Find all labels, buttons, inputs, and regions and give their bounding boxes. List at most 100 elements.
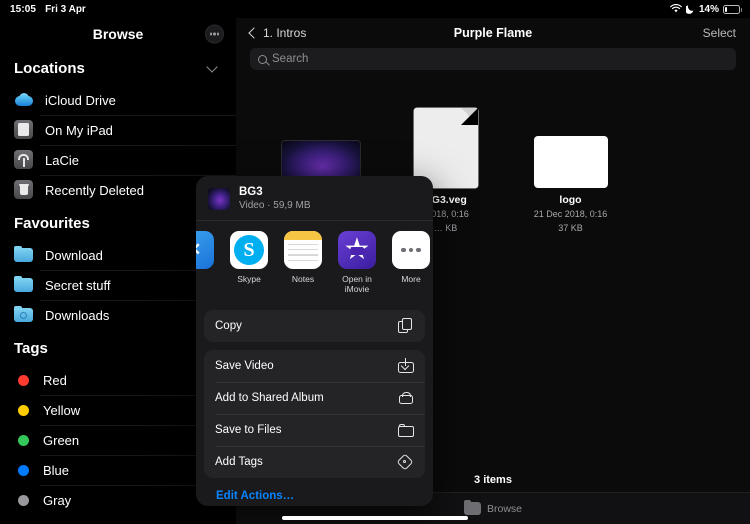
share-app-clipped[interactable]: ✕ xyxy=(196,231,222,274)
back-button[interactable]: 1. Intros xyxy=(248,26,307,40)
usb-drive-icon xyxy=(14,150,34,170)
share-app-label: More xyxy=(401,274,421,284)
tab-browse-label[interactable]: Browse xyxy=(487,503,522,515)
sidebar-item-label: Blue xyxy=(43,462,70,478)
folder-icon xyxy=(14,275,34,295)
sidebar-item-label: Downloads xyxy=(45,307,110,323)
sidebar-item-on-my-ipad[interactable]: On My iPad xyxy=(0,115,236,145)
sidebar-section-locations-title: Locations xyxy=(0,50,236,85)
section-label: Locations xyxy=(14,60,85,77)
page-title: Purple Flame xyxy=(453,26,533,40)
share-app-more[interactable]: More xyxy=(384,231,433,284)
action-label: Add Tags xyxy=(215,456,263,468)
share-app-notes[interactable]: Notes xyxy=(276,231,330,284)
share-file-info: BG3 Video · 59,9 MB xyxy=(239,186,311,211)
chevron-left-icon xyxy=(248,27,260,39)
share-app-label: Skype xyxy=(237,274,261,284)
edit-actions-button[interactable]: Edit Actions… xyxy=(196,478,433,502)
more-icon xyxy=(392,231,430,269)
action-add-to-shared-album[interactable]: Add to Shared Album xyxy=(204,382,425,414)
share-file-meta: Video · 59,9 MB xyxy=(239,200,311,211)
tag-icon xyxy=(396,453,414,471)
select-button[interactable]: Select xyxy=(703,26,736,40)
tag-dot-icon xyxy=(18,404,29,416)
sidebar-item-label: iCloud Drive xyxy=(45,92,116,108)
status-bar: 15:05 Fri 3 Apr 14% xyxy=(0,0,750,18)
section-label: Favourites xyxy=(14,215,90,232)
chevron-down-icon[interactable] xyxy=(206,60,218,73)
folder-icon xyxy=(14,245,34,265)
back-button-label: 1. Intros xyxy=(263,26,307,40)
sidebar-item-label: Gray xyxy=(43,492,72,508)
downloads-folder-icon xyxy=(14,305,34,325)
notes-icon xyxy=(284,231,322,269)
folder-icon xyxy=(463,499,481,515)
share-app-skype[interactable]: S Skype xyxy=(222,231,276,284)
sidebar-item-label: Download xyxy=(45,247,103,263)
thumbnail xyxy=(383,96,508,188)
sidebar-item-label: LaCie xyxy=(45,152,79,168)
ipad-icon xyxy=(14,120,34,140)
file-item-logo[interactable]: logo 21 Dec 2018, 0:16 37 KB xyxy=(508,80,633,470)
sidebar-header: Browse xyxy=(0,18,236,50)
share-app-imovie[interactable]: ★ Open in iMovie xyxy=(330,231,384,294)
share-app-row: ✕ S Skype Notes ★ Open in iMovie More xyxy=(196,221,433,302)
action-label: Copy xyxy=(215,320,242,332)
section-label: Tags xyxy=(14,340,48,357)
home-indicator[interactable] xyxy=(282,516,468,520)
search-placeholder: Search xyxy=(272,53,309,65)
battery-percent: 14% xyxy=(698,3,719,15)
folder-icon xyxy=(398,422,414,438)
file-name: logo xyxy=(559,194,582,206)
action-save-video[interactable]: Save Video xyxy=(204,350,425,382)
trash-icon xyxy=(14,180,34,200)
thumbnail xyxy=(258,96,383,196)
share-app-label: Open in iMovie xyxy=(342,274,372,294)
search-bar-container: Search xyxy=(236,48,750,70)
share-sheet-header: BG3 Video · 59,9 MB xyxy=(196,176,433,220)
status-date: Fri 3 Apr xyxy=(45,3,86,15)
status-right-cluster: 14% xyxy=(670,3,742,15)
tag-dot-icon xyxy=(18,494,29,506)
shared-album-icon xyxy=(398,390,414,406)
sidebar-item-label: Red xyxy=(43,372,67,388)
share-action-group-2: Save Video Add to Shared Album Save to F… xyxy=(204,350,425,478)
file-date: 21 Dec 2018, 0:16 xyxy=(533,209,608,219)
file-size: 37 KB xyxy=(558,223,583,234)
share-sheet: BG3 Video · 59,9 MB ✕ S Skype Notes ★ xyxy=(196,176,433,506)
sidebar-item-lacie[interactable]: LaCie xyxy=(0,145,236,175)
status-time: 15:05 xyxy=(10,3,37,15)
ipad-screen: 15:05 Fri 3 Apr 14% Browse Locations iCl… xyxy=(0,0,750,524)
action-save-to-files[interactable]: Save to Files xyxy=(204,414,425,446)
image-icon xyxy=(533,136,608,188)
thumbnail xyxy=(508,96,633,188)
share-app-label: Notes xyxy=(291,274,315,284)
share-file-name: BG3 xyxy=(239,186,263,198)
action-add-tags[interactable]: Add Tags xyxy=(204,446,425,478)
tag-dot-icon xyxy=(18,464,29,476)
skype-icon: S xyxy=(230,231,268,269)
more-circle-button[interactable] xyxy=(205,24,224,44)
navigation-bar: 1. Intros Purple Flame Select xyxy=(236,18,750,48)
clipped-app-icon: ✕ xyxy=(196,231,214,269)
action-label: Save to Files xyxy=(215,424,282,436)
save-download-icon xyxy=(398,358,414,374)
video-thumbnail xyxy=(208,187,230,210)
action-copy[interactable]: Copy xyxy=(204,310,425,342)
copy-icon xyxy=(398,318,414,334)
action-label: Save Video xyxy=(215,360,274,372)
sidebar-item-icloud-drive[interactable]: iCloud Drive xyxy=(0,85,236,115)
tag-dot-icon xyxy=(18,434,29,446)
search-input[interactable]: Search xyxy=(250,48,736,70)
sidebar-item-label: On My iPad xyxy=(45,122,113,138)
tag-dot-icon xyxy=(18,374,29,386)
sidebar-item-label: Secret stuff xyxy=(45,277,111,293)
sidebar-item-label: Recently Deleted xyxy=(45,182,144,198)
sidebar-item-label: Green xyxy=(43,432,80,448)
share-action-group-1: Copy xyxy=(204,310,425,342)
imovie-icon: ★ xyxy=(338,231,376,269)
sidebar-item-label: Yellow xyxy=(43,402,81,418)
search-icon xyxy=(258,54,267,64)
battery-icon xyxy=(723,4,742,14)
icloud-icon xyxy=(14,90,34,110)
